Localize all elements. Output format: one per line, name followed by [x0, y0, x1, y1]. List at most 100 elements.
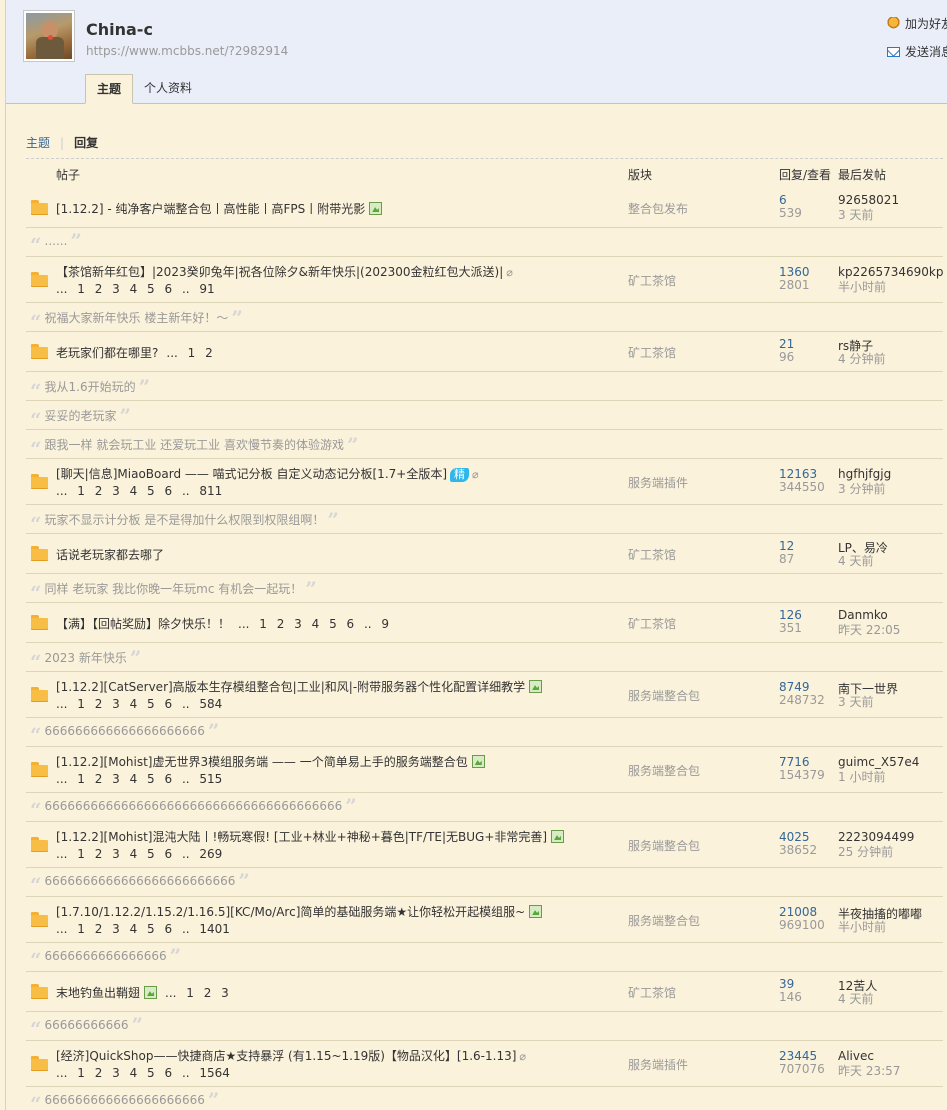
- thread-forum[interactable]: 服务端插件: [628, 1056, 688, 1073]
- thread-title-text: 【满】【回帖奖励】除夕快乐！！: [56, 617, 231, 631]
- reply-count[interactable]: 8749: [779, 680, 810, 694]
- thread-pages[interactable]: ... 1 2 3 4 5 6 .. 1564: [56, 1066, 230, 1080]
- last-post-time[interactable]: 半小时前: [838, 278, 886, 295]
- thread-forum[interactable]: 服务端整合包: [628, 687, 700, 704]
- reply-quote[interactable]: “666666666666666666666”: [26, 718, 943, 747]
- last-post-time[interactable]: 3 天前: [838, 206, 873, 223]
- thread-forum[interactable]: 整合包发布: [628, 200, 688, 217]
- reply-quote[interactable]: “6666666666666666666666666”: [26, 868, 943, 897]
- reply-quote[interactable]: “同样 老玩家 我比你晚一年玩mc 有机会一起玩！”: [26, 574, 943, 603]
- subnav-separator: |: [60, 135, 65, 150]
- last-post-time[interactable]: 1 小时前: [838, 768, 885, 785]
- reply-quote-text: 666666666666666666666666666666666666666: [44, 799, 343, 813]
- thread-pages[interactable]: ... 1 2 3 4 5 6 .. 811: [56, 484, 222, 498]
- thread-forum[interactable]: 服务端插件: [628, 474, 688, 491]
- username[interactable]: China-c: [86, 20, 153, 39]
- last-poster[interactable]: kp2265734690kp: [838, 265, 943, 279]
- reply-quote[interactable]: “6666666666666666”: [26, 943, 943, 972]
- thread-title[interactable]: [1.12.2][Mohist]虚无世界3模组服务端 —— 一个简单易上手的服务…: [56, 753, 485, 770]
- thread-title[interactable]: [1.12.2] - 纯净客户端整合包丨高性能丨高FPS丨附带光影: [56, 200, 383, 217]
- thread-pages[interactable]: ... 1 2 3 4 5 6 .. 269: [56, 847, 222, 861]
- thread-pages[interactable]: ... 1 2 3 4 5 6 .. 91: [56, 282, 215, 296]
- reply-count[interactable]: 7716: [779, 755, 810, 769]
- close-quote-icon: ”: [207, 719, 220, 743]
- thread-title[interactable]: 末地钓鱼出鞘翅 ... 1 2 3: [56, 984, 229, 1001]
- last-poster[interactable]: hgfhjfgjg: [838, 467, 891, 481]
- last-poster[interactable]: Danmko: [838, 608, 888, 622]
- tab-profile[interactable]: 个人资料: [133, 74, 203, 104]
- thread-title[interactable]: [聊天|信息]MiaoBoard —— 喵式记分板 自定义动态记分板[1.7+全…: [56, 465, 479, 482]
- reply-count[interactable]: 6: [779, 193, 787, 207]
- thread-forum[interactable]: 服务端整合包: [628, 912, 700, 929]
- last-poster[interactable]: 92658021: [838, 193, 899, 207]
- reply-quote[interactable]: “玩家不显示计分板 是不是得加什么权限到权限组啊！”: [26, 505, 943, 534]
- thread-forum[interactable]: 矿工茶馆: [628, 984, 676, 1001]
- thread-title[interactable]: [经济]QuickShop——快捷商店★支持暴浮 (有1.15~1.19版)【物…: [56, 1047, 526, 1064]
- reply-count[interactable]: 23445: [779, 1049, 817, 1063]
- last-post-time[interactable]: 昨天 22:05: [838, 621, 900, 638]
- reply-count[interactable]: 1360: [779, 265, 810, 279]
- thread-title[interactable]: 【满】【回帖奖励】除夕快乐！！ ... 1 2 3 4 5 6 .. 9: [56, 615, 389, 632]
- reply-quote[interactable]: “66666666666”: [26, 1012, 943, 1041]
- thread-title[interactable]: 【茶馆新年红包】|2023癸卯兔年|祝各位除夕&新年快乐|(202300金粒红包…: [56, 263, 513, 280]
- reply-count[interactable]: 21008: [779, 905, 817, 919]
- thread-forum[interactable]: 服务端整合包: [628, 837, 700, 854]
- last-post-time[interactable]: 3 分钟前: [838, 480, 885, 497]
- reply-count[interactable]: 21: [779, 337, 794, 351]
- reply-quote[interactable]: “跟我一样 就会玩工业 还爱玩工业 喜欢慢节奏的体验游戏”: [26, 430, 943, 459]
- thread-pages[interactable]: ... 1 2 3 4 5 6 .. 515: [56, 772, 222, 786]
- last-post-time[interactable]: 3 天前: [838, 693, 873, 710]
- last-post-time[interactable]: 4 天前: [838, 552, 873, 569]
- thread-title[interactable]: 老玩家们都在哪里? ... 1 2: [56, 344, 213, 361]
- thread-pages[interactable]: ... 1 2: [166, 346, 212, 360]
- subnav-replies[interactable]: 回复: [74, 134, 98, 151]
- last-post-time[interactable]: 半小时前: [838, 918, 886, 935]
- thread-title[interactable]: [1.12.2][Mohist]混沌大陆丨!畅玩寒假! [工业+林业+神秘+暮色…: [56, 828, 565, 845]
- last-post-time[interactable]: 25 分钟前: [838, 843, 893, 860]
- user-url[interactable]: https://www.mcbbs.net/?2982914: [86, 44, 288, 58]
- reply-quote[interactable]: “......”: [26, 228, 943, 257]
- thread-forum[interactable]: 矿工茶馆: [628, 272, 676, 289]
- reply-count[interactable]: 39: [779, 977, 794, 991]
- reply-quote[interactable]: “我从1.6开始玩的”: [26, 372, 943, 401]
- thread-title[interactable]: [1.7.10/1.12.2/1.15.2/1.16.5][KC/Mo/Arc]…: [56, 903, 543, 920]
- reply-quote[interactable]: “666666666666666666666”: [26, 1087, 943, 1110]
- tab-topics[interactable]: 主题: [85, 74, 134, 104]
- last-post-time[interactable]: 昨天 23:57: [838, 1062, 900, 1079]
- thread-title[interactable]: 话说老玩家都去哪了: [56, 546, 164, 563]
- avatar[interactable]: [23, 10, 75, 62]
- reply-count[interactable]: 4025: [779, 830, 810, 844]
- thread-forum[interactable]: 服务端整合包: [628, 762, 700, 779]
- thread-forum[interactable]: 矿工茶馆: [628, 546, 676, 563]
- thread-row: [1.12.2][CatServer]高版本生存模组整合包|工业|和风|-附带服…: [26, 672, 943, 718]
- thread-forum[interactable]: 矿工茶馆: [628, 344, 676, 361]
- last-poster[interactable]: 2223094499: [838, 830, 914, 844]
- subnav-topics-link[interactable]: 主题: [26, 134, 50, 151]
- thread-row: 【茶馆新年红包】|2023癸卯兔年|祝各位除夕&新年快乐|(202300金粒红包…: [26, 257, 943, 303]
- thread-title[interactable]: [1.12.2][CatServer]高版本生存模组整合包|工业|和风|-附带服…: [56, 678, 543, 695]
- reply-count[interactable]: 126: [779, 608, 802, 622]
- thread-forum[interactable]: 矿工茶馆: [628, 615, 676, 632]
- view-count: 248732: [779, 693, 825, 707]
- add-friend-button[interactable]: 加为好友: [887, 15, 947, 32]
- thread-title-text: [1.7.10/1.12.2/1.15.2/1.16.5][KC/Mo/Arc]…: [56, 905, 526, 919]
- thread-pages[interactable]: ... 1 2 3 4 5 6 .. 1401: [56, 922, 230, 936]
- reply-quote-text: 同样 老玩家 我比你晚一年玩mc 有机会一起玩！: [44, 582, 303, 596]
- last-post-time[interactable]: 4 分钟前: [838, 350, 885, 367]
- last-post-time[interactable]: 4 天前: [838, 990, 873, 1007]
- thread-pages[interactable]: ... 1 2 3 4 5 6 .. 9: [238, 617, 389, 631]
- last-poster[interactable]: guimc_X57e4: [838, 755, 919, 769]
- reply-count[interactable]: 12: [779, 539, 794, 553]
- open-quote-icon: “: [30, 1092, 42, 1110]
- reply-quote[interactable]: “666666666666666666666666666666666666666…: [26, 793, 943, 822]
- image-attachment-icon: [529, 905, 543, 918]
- send-message-button[interactable]: 发送消息: [887, 43, 947, 60]
- reply-count[interactable]: 12163: [779, 467, 817, 481]
- reply-quote[interactable]: “2023 新年快乐”: [26, 643, 943, 672]
- thread-pages[interactable]: ... 1 2 3 4 5 6 .. 584: [56, 697, 222, 711]
- thread-pages[interactable]: ... 1 2 3: [165, 986, 229, 1000]
- last-poster[interactable]: Alivec: [838, 1049, 874, 1063]
- reply-quote[interactable]: “祝福大家新年快乐 楼主新年好！～”: [26, 303, 943, 332]
- col-post: 帖子: [56, 168, 81, 182]
- reply-quote[interactable]: “妥妥的老玩家”: [26, 401, 943, 430]
